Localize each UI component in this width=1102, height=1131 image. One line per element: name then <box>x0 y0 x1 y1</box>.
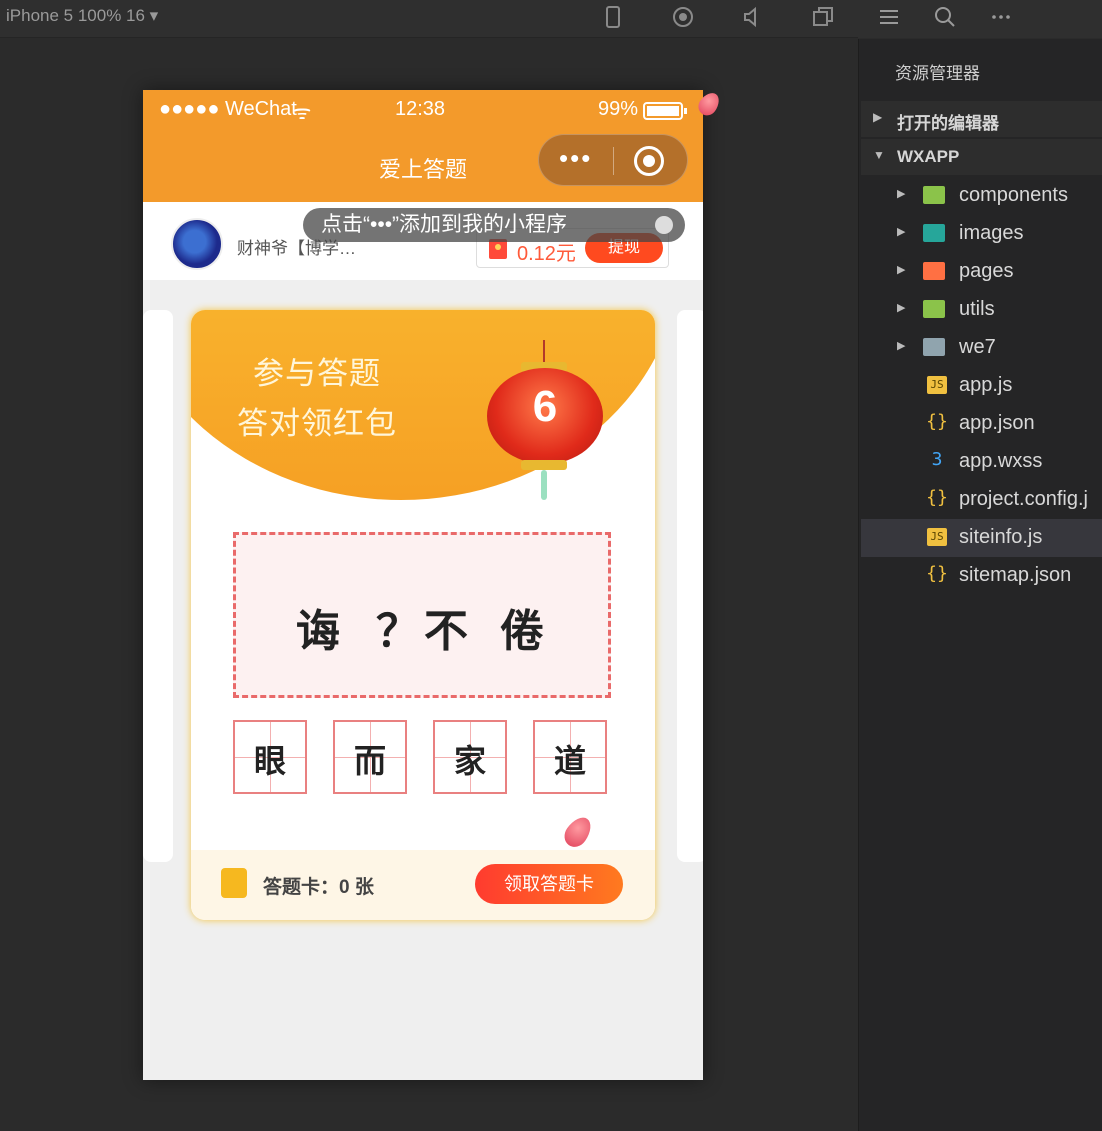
chevron-right-icon: ▶ <box>897 226 906 238</box>
section-wxapp[interactable]: ▼ WXAPP <box>861 139 1102 175</box>
tree-item-app-wxss[interactable]: 3 app.wxss <box>861 443 1102 481</box>
card-footer: 答题卡：0 张 领取答题卡 <box>191 850 655 920</box>
lantern-bottom-cap <box>521 460 567 470</box>
tree-item-sitemap-json[interactable]: {} sitemap.json <box>861 557 1102 595</box>
close-miniprogram-icon[interactable] <box>634 146 664 176</box>
folder-icon <box>923 224 945 242</box>
chevron-right-icon: ▶ <box>897 340 906 352</box>
slogan-line2: 答对领红包 <box>237 406 397 441</box>
tree-item-pages[interactable]: ▶ pages <box>861 253 1102 291</box>
file-name: app.js <box>959 374 1013 396</box>
avatar <box>171 218 223 270</box>
lantern-tassel <box>541 470 547 500</box>
signal-label: ●●●●● WeChat <box>159 98 297 120</box>
file-name: utils <box>959 298 995 320</box>
file-explorer: 资源管理器 ▶ 打开的编辑器 ▼ WXAPP ▶ components ▶ image… <box>858 39 1102 1131</box>
capsule-menu: ••• <box>538 134 688 186</box>
answer-option[interactable]: 家 <box>433 720 507 794</box>
next-card[interactable] <box>677 310 703 862</box>
slogan-line1: 参与答题 <box>253 356 381 391</box>
device-select[interactable]: iPhone 5 100% 16 ▾ <box>6 6 158 26</box>
section-open-editors[interactable]: ▶ 打开的编辑器 <box>861 101 1102 137</box>
record-icon[interactable] <box>670 4 696 30</box>
prev-card[interactable] <box>143 310 173 862</box>
status-time: 12:38 <box>395 98 446 120</box>
json-file-icon: {} <box>926 411 948 432</box>
json-file-icon: {} <box>926 487 948 508</box>
battery-icon <box>643 102 687 120</box>
css-file-icon: 3 <box>931 449 943 470</box>
tree-item-we7[interactable]: ▶ we7 <box>861 329 1102 367</box>
explorer-toolbar <box>858 0 1102 38</box>
chevron-right-icon: ▶ <box>897 264 906 276</box>
capsule-divider <box>613 147 614 175</box>
list-icon[interactable] <box>876 4 902 30</box>
quiz-card: 参与答题 答对领红包 6 诲 ？ 不 倦 眼 而 家 道 答题卡：0 张 领取答… <box>191 310 655 920</box>
tree-item-components[interactable]: ▶ components <box>861 177 1102 215</box>
chevron-right-icon: ▶ <box>897 302 906 314</box>
file-name: project.config.j <box>959 488 1088 510</box>
explorer-title: 资源管理器 <box>895 64 980 83</box>
tree-item-images[interactable]: ▶ images <box>861 215 1102 253</box>
file-name: siteinfo.js <box>959 526 1043 548</box>
tip-text: 点击“•••”添加到我的小程序 <box>321 213 568 236</box>
file-name: sitemap.json <box>959 564 1072 586</box>
folder-icon <box>923 262 945 280</box>
petal-decoration <box>559 812 597 852</box>
card-count: 答题卡：0 张 <box>263 877 374 898</box>
chevron-right-icon: ▶ <box>873 110 883 124</box>
answer-option[interactable]: 眼 <box>233 720 307 794</box>
folder-icon <box>923 186 945 204</box>
file-name: pages <box>959 260 1014 282</box>
file-name: we7 <box>959 336 996 358</box>
phone-icon[interactable] <box>600 4 626 30</box>
tree-item-app-js[interactable]: JS app.js <box>861 367 1102 405</box>
js-file-icon: JS <box>927 376 947 394</box>
chevron-right-icon: ▶ <box>897 188 906 200</box>
windows-icon[interactable] <box>810 4 836 30</box>
folder-icon <box>923 338 945 356</box>
more-icon[interactable] <box>988 4 1014 30</box>
card-icon <box>221 868 247 898</box>
file-name: components <box>959 184 1068 206</box>
json-file-icon: {} <box>926 563 948 584</box>
js-file-icon: JS <box>927 528 947 546</box>
idiom-question: 诲 ？ 不 倦 <box>233 532 611 698</box>
question-char: 诲 <box>296 606 340 657</box>
level-number: 6 <box>532 382 558 431</box>
more-options-button[interactable]: ••• <box>559 145 592 171</box>
add-miniprogram-tip: 点击“•••”添加到我的小程序 <box>303 208 685 242</box>
simulator-toolbar: iPhone 5 100% 16 ▾ <box>0 0 858 38</box>
answer-option[interactable]: 道 <box>533 720 607 794</box>
question-blank[interactable]: ？ <box>376 595 420 659</box>
volume-icon[interactable] <box>740 4 766 30</box>
answer-option[interactable]: 而 <box>333 720 407 794</box>
claim-card-button[interactable]: 领取答题卡 <box>475 864 623 904</box>
chevron-down-icon: ▼ <box>873 148 885 162</box>
file-name: images <box>959 222 1024 244</box>
tree-item-project-config-j[interactable]: {} project.config.j <box>861 481 1102 519</box>
tree-item-siteinfo-js[interactable]: JS siteinfo.js <box>861 519 1102 557</box>
question-char: 倦 <box>500 606 544 657</box>
tree-item-utils[interactable]: ▶ utils <box>861 291 1102 329</box>
question-char: 不 <box>424 606 468 657</box>
folder-icon <box>923 300 945 318</box>
search-icon[interactable] <box>932 4 958 30</box>
phone-screen: ●●●●● WeChat ᯤ 12:38 99% 爱上答题 ••• 财神爷【博学… <box>143 90 703 1080</box>
file-name: app.wxss <box>959 450 1043 472</box>
file-name: app.json <box>959 412 1035 434</box>
wifi-icon: ᯤ <box>293 102 312 124</box>
navigation-bar: ●●●●● WeChat ᯤ 12:38 99% 爱上答题 ••• <box>143 90 703 202</box>
battery-label: 99% <box>598 98 639 120</box>
lantern-icon: 6 <box>487 368 603 464</box>
tip-close-icon[interactable] <box>655 216 673 234</box>
tree-item-app-json[interactable]: {} app.json <box>861 405 1102 443</box>
